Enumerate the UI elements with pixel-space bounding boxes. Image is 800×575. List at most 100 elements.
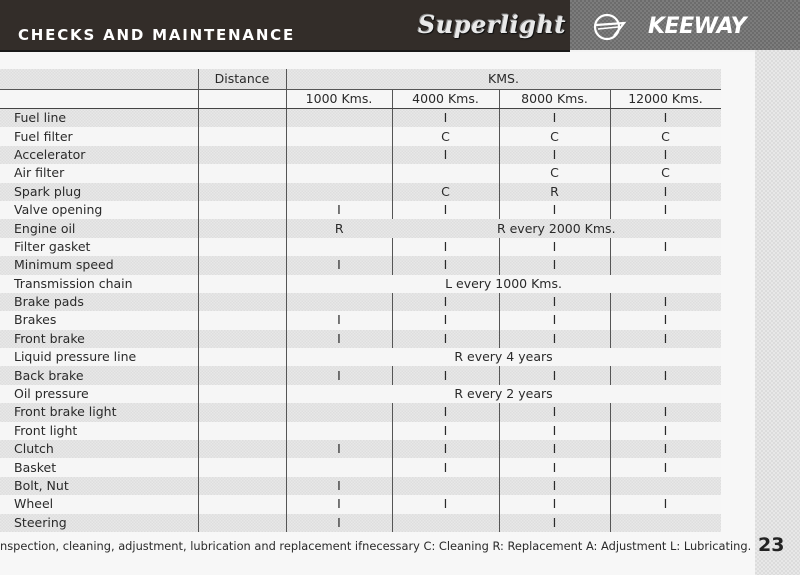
- interval-note: R every 2 years: [285, 384, 721, 404]
- value-cell: I: [498, 495, 610, 514]
- value-cell: I: [609, 108, 721, 128]
- value-cell: I: [391, 256, 499, 275]
- value-cell: [285, 182, 392, 201]
- item-name: Transmission chain: [0, 274, 198, 293]
- table-row: Engine oil R R every 2000 Kms.: [0, 219, 721, 238]
- table-row: Back brake I I I I: [0, 366, 721, 385]
- distance-cell: [197, 145, 286, 165]
- table-row: Clutch I I I I: [0, 440, 721, 459]
- table-row: Accelerator I I I: [0, 145, 721, 165]
- distance-cell: [197, 200, 286, 220]
- item-name: Liquid pressure line: [0, 348, 198, 367]
- item-name: Fuel line: [0, 108, 198, 128]
- value-cell: I: [609, 200, 721, 220]
- value-cell: R: [285, 219, 392, 238]
- value-cell: I: [391, 292, 499, 312]
- item-name: Clutch: [0, 440, 198, 459]
- value-cell: I: [285, 495, 392, 514]
- value-cell: I: [498, 440, 610, 459]
- table-row: Front light I I I: [0, 421, 721, 441]
- distance-cell: [197, 274, 286, 293]
- value-cell: I: [498, 366, 610, 385]
- value-cell: I: [285, 200, 392, 220]
- value-cell: I: [391, 495, 499, 514]
- value-cell: [285, 421, 392, 441]
- value-cell: I: [391, 329, 499, 349]
- table-row: Minimum speed I I I: [0, 256, 721, 275]
- value-cell: I: [391, 200, 499, 220]
- distance-cell: [197, 237, 286, 257]
- value-cell: I: [498, 329, 610, 349]
- value-cell: C: [498, 164, 610, 183]
- header-empty: [0, 89, 198, 109]
- value-cell: I: [285, 513, 392, 532]
- value-cell: I: [498, 421, 610, 441]
- value-cell: C: [498, 127, 610, 146]
- value-cell: I: [391, 421, 499, 441]
- item-name: Steering: [0, 513, 198, 532]
- value-cell: [285, 237, 392, 257]
- table-row: Front brake I I I I: [0, 329, 721, 349]
- value-cell: [285, 108, 392, 128]
- value-cell: I: [609, 421, 721, 441]
- distance-cell: [197, 348, 286, 367]
- value-cell: I: [498, 200, 610, 220]
- kms-group-header: KMS.: [285, 69, 721, 90]
- value-cell: I: [391, 237, 499, 257]
- value-cell: I: [285, 476, 392, 496]
- table-row: Fuel line I I I: [0, 108, 721, 128]
- value-cell: [285, 164, 392, 183]
- value-cell: I: [391, 366, 499, 385]
- item-name: Brakes: [0, 311, 198, 330]
- interval-note: R every 2000 Kms.: [392, 219, 721, 238]
- page-title: CHECKS AND MAINTENANCE: [18, 26, 296, 44]
- item-name: Fuel filter: [0, 127, 198, 146]
- distance-cell: [197, 366, 286, 385]
- distance-cell: [197, 384, 286, 404]
- value-cell: I: [285, 311, 392, 330]
- table-row: Valve opening I I I I: [0, 200, 721, 220]
- table-row: Liquid pressure line R every 4 years: [0, 348, 721, 367]
- table-row: Basket I I I: [0, 458, 721, 477]
- distance-cell: [197, 513, 286, 532]
- column-header-1000: 1000 Kms.: [285, 89, 392, 109]
- table-header-row-1: Distance KMS.: [0, 69, 721, 90]
- column-header-8000: 8000 Kms.: [498, 89, 610, 109]
- side-strip: [755, 50, 800, 575]
- value-cell: I: [285, 440, 392, 459]
- value-cell: I: [609, 182, 721, 201]
- value-cell: I: [498, 311, 610, 330]
- item-name: Front brake light: [0, 403, 198, 422]
- table-row: Filter gasket I I I: [0, 237, 721, 257]
- item-name: Accelerator: [0, 145, 198, 165]
- value-cell: I: [609, 311, 721, 330]
- value-cell: I: [285, 256, 392, 275]
- value-cell: [391, 164, 499, 183]
- value-cell: I: [498, 513, 610, 532]
- column-header-4000: 4000 Kms.: [391, 89, 499, 109]
- value-cell: I: [391, 145, 499, 165]
- value-cell: I: [498, 237, 610, 257]
- item-name: Spark plug: [0, 182, 198, 201]
- value-cell: I: [498, 292, 610, 312]
- item-name: Filter gasket: [0, 237, 198, 257]
- item-name: Basket: [0, 458, 198, 477]
- value-cell: I: [498, 256, 610, 275]
- value-cell: [609, 476, 721, 496]
- item-name: Oil pressure: [0, 384, 198, 404]
- value-cell: I: [609, 458, 721, 477]
- legend-footer: nspection, cleaning, adjustment, lubrica…: [0, 539, 752, 553]
- value-cell: C: [391, 182, 499, 201]
- table-header-row-2: 1000 Kms. 4000 Kms. 8000 Kms. 12000 Kms.: [0, 89, 721, 109]
- item-name: Front brake: [0, 329, 198, 349]
- value-cell: I: [498, 145, 610, 165]
- value-cell: [391, 476, 499, 496]
- table-row: Brake pads I I I: [0, 292, 721, 312]
- value-cell: I: [391, 311, 499, 330]
- item-name: Front light: [0, 421, 198, 441]
- keeway-logo-icon: [593, 13, 627, 41]
- value-cell: I: [391, 403, 499, 422]
- value-cell: I: [285, 366, 392, 385]
- value-cell: I: [609, 292, 721, 312]
- item-name: Brake pads: [0, 292, 198, 312]
